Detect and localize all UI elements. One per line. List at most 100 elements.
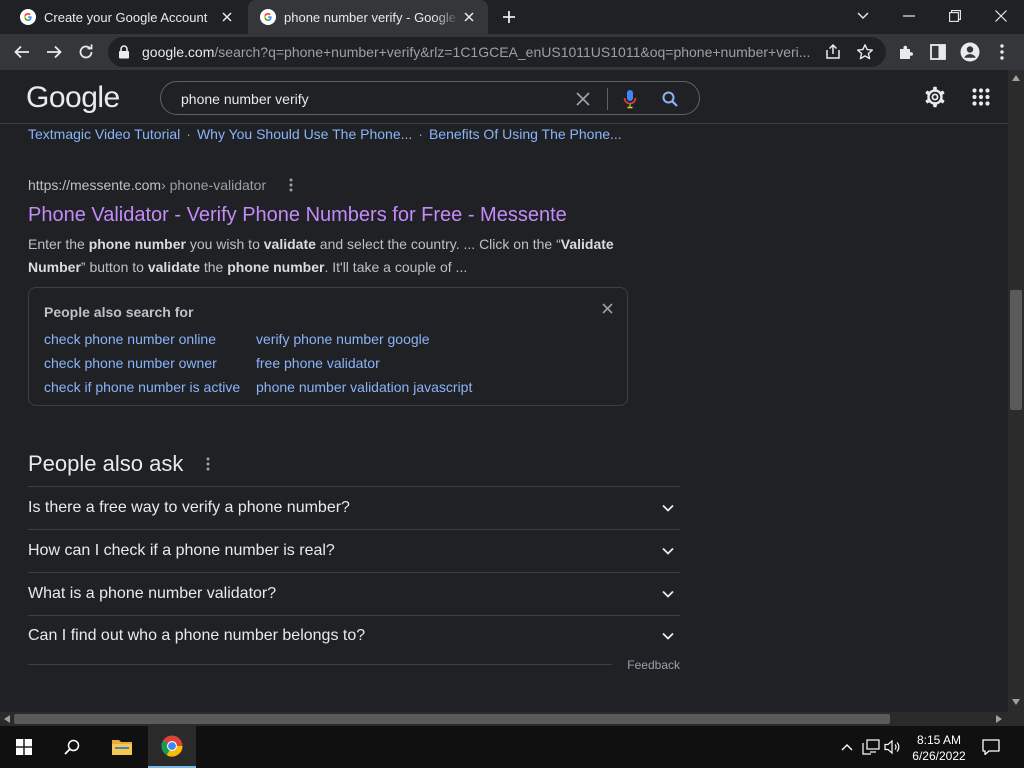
vertical-scrollbar[interactable] — [1008, 70, 1024, 712]
chevron-down-icon[interactable] — [660, 586, 676, 602]
taskbar-clock[interactable]: 8:15 AM 6/26/2022 — [904, 732, 974, 764]
chevron-down-icon[interactable] — [660, 543, 676, 559]
volume-speaker-icon[interactable] — [884, 738, 902, 756]
profile-avatar-icon[interactable] — [956, 38, 984, 66]
restore-icon[interactable] — [932, 0, 978, 32]
search-box[interactable] — [160, 81, 700, 115]
search-input[interactable] — [181, 89, 561, 109]
horizontal-scroll-thumb[interactable] — [14, 714, 890, 724]
paa-question-text: Is there a free way to verify a phone nu… — [28, 499, 350, 516]
url-host: google.com — [142, 44, 215, 60]
google-favicon-icon — [20, 9, 36, 25]
clock-time: 8:15 AM — [916, 733, 962, 747]
sitelink-benefits-of-using-phone[interactable]: Benefits Of Using The Phone... — [429, 126, 622, 142]
pasf-link-check-phone-number-online[interactable]: check phone number online — [44, 331, 216, 347]
pasf-link-free-phone-validator[interactable]: free phone validator — [256, 355, 380, 371]
google-apps-grid-icon[interactable] — [968, 84, 994, 110]
sitelink-textmagic-video-tutorial[interactable]: Textmagic Video Tutorial — [28, 126, 180, 142]
forward-arrow-icon[interactable] — [40, 38, 68, 66]
tab-phone-number-verify[interactable]: phone number verify - Google Search — [248, 0, 488, 34]
pasf-link-verify-phone-number-google[interactable]: verify phone number google — [256, 331, 430, 347]
extensions-puzzle-icon[interactable] — [892, 38, 920, 66]
tab-search-chevron-icon[interactable] — [840, 0, 886, 32]
pasf-link-check-phone-number-owner[interactable]: check phone number owner — [44, 355, 217, 371]
network-icon[interactable] — [862, 738, 880, 756]
search-result-messente: https://messente.com › phone-validator P… — [28, 176, 628, 279]
paa-more-options-icon[interactable] — [201, 454, 215, 474]
searchbox-divider — [607, 88, 608, 110]
result-more-options-icon[interactable] — [284, 176, 298, 194]
scrollbar-corner — [1008, 712, 1024, 726]
paa-question[interactable]: Can I find out who a phone number belong… — [28, 615, 680, 665]
paa-question[interactable]: How can I check if a phone number is rea… — [28, 529, 680, 572]
pasf-link-phone-number-validation-javascript[interactable]: phone number validation javascript — [256, 379, 472, 395]
tab-title: Create your Google Account — [44, 9, 208, 25]
new-tab-plus-icon[interactable] — [498, 6, 520, 28]
tab-close-icon[interactable] — [218, 8, 236, 26]
chevron-down-icon[interactable] — [660, 500, 676, 516]
paa-question-text: What is a phone number validator? — [28, 585, 277, 602]
tab-strip: Create your Google Account phone number … — [0, 0, 1024, 34]
side-panel-icon[interactable] — [924, 38, 952, 66]
taskbar-search-icon[interactable] — [48, 726, 96, 768]
windows-taskbar: 8:15 AM 6/26/2022 — [0, 726, 1024, 768]
notification-center-icon[interactable] — [980, 736, 1002, 758]
paa-question[interactable]: What is a phone number validator? — [28, 572, 680, 615]
search-magnifier-icon[interactable] — [659, 88, 681, 110]
people-also-search-for-panel: People also search for check phone numbe… — [28, 287, 628, 406]
people-also-ask-list: Is there a free way to verify a phone nu… — [28, 486, 680, 665]
tray-chevron-up-icon[interactable] — [838, 738, 856, 756]
result-snippet: Enter the phone number you wish to valid… — [28, 236, 614, 275]
chevron-down-icon[interactable] — [660, 628, 676, 644]
result-title-link[interactable]: Phone Validator - Verify Phone Numbers f… — [28, 203, 628, 227]
people-also-search-title: People also search for — [44, 304, 194, 320]
feedback-link[interactable]: Feedback — [612, 658, 680, 672]
address-bar[interactable]: google.com/search?q=phone+number+verify&… — [108, 37, 886, 67]
windows-start-icon[interactable] — [0, 726, 48, 768]
share-icon[interactable] — [824, 43, 842, 61]
back-arrow-icon[interactable] — [8, 38, 36, 66]
close-window-icon[interactable] — [978, 0, 1024, 32]
url-text[interactable]: google.com/search?q=phone+number+verify&… — [142, 44, 822, 60]
people-also-ask-header: People also ask — [28, 451, 215, 477]
pasf-close-icon[interactable] — [599, 300, 615, 316]
scroll-left-arrow-icon[interactable] — [3, 715, 11, 723]
file-explorer-icon[interactable] — [98, 726, 146, 768]
scroll-right-arrow-icon[interactable] — [995, 715, 1003, 723]
pasf-link-check-if-phone-number-is-active[interactable]: check if phone number is active — [44, 379, 240, 395]
horizontal-scrollbar[interactable] — [0, 712, 1008, 726]
search-results-page: Google Textmagic Video Tutorial · Why You … — [0, 70, 1008, 712]
microphone-icon[interactable] — [619, 88, 641, 110]
scroll-down-arrow-icon[interactable] — [1012, 698, 1020, 706]
result-cite[interactable]: https://messente.com › phone-validator — [28, 176, 628, 194]
bookmark-star-icon[interactable] — [856, 43, 874, 61]
sitelinks-row: Textmagic Video Tutorial · Why You Should … — [28, 126, 622, 142]
minimize-icon[interactable] — [886, 0, 932, 32]
chrome-taskbar-icon[interactable] — [148, 726, 196, 768]
clock-date: 6/26/2022 — [912, 749, 966, 763]
paa-question-text: How can I check if a phone number is rea… — [28, 542, 335, 559]
lock-icon[interactable] — [118, 45, 130, 59]
sitelink-separator: · — [418, 126, 423, 142]
settings-gear-icon[interactable] — [922, 84, 948, 110]
google-header: Google — [0, 70, 1008, 124]
browser-menu-dots-icon[interactable] — [988, 38, 1016, 66]
tab-create-google-account[interactable]: Create your Google Account — [8, 0, 246, 34]
result-cite-host: https://messente.com — [28, 177, 162, 193]
paa-question[interactable]: Is there a free way to verify a phone nu… — [28, 486, 680, 529]
people-also-ask-title: People also ask — [28, 451, 184, 476]
clear-icon[interactable] — [573, 89, 593, 109]
tab-close-icon[interactable] — [460, 8, 478, 26]
browser-toolbar: google.com/search?q=phone+number+verify&… — [0, 34, 1024, 70]
result-cite-path: › phone-validator — [161, 177, 267, 193]
google-favicon-icon — [260, 9, 276, 25]
scroll-up-arrow-icon[interactable] — [1012, 74, 1020, 82]
sitelink-separator: · — [186, 126, 191, 142]
reload-icon[interactable] — [72, 38, 100, 66]
google-logo[interactable]: Google — [26, 81, 120, 115]
tab-title: phone number verify - Google Search — [284, 9, 460, 25]
sitelink-why-use-phone[interactable]: Why You Should Use The Phone... — [197, 126, 412, 142]
paa-question-text: Can I find out who a phone number belong… — [28, 627, 366, 644]
vertical-scroll-thumb[interactable] — [1010, 290, 1022, 410]
url-path: /search?q=phone+number+verify&rlz=1C1GCE… — [214, 44, 811, 60]
